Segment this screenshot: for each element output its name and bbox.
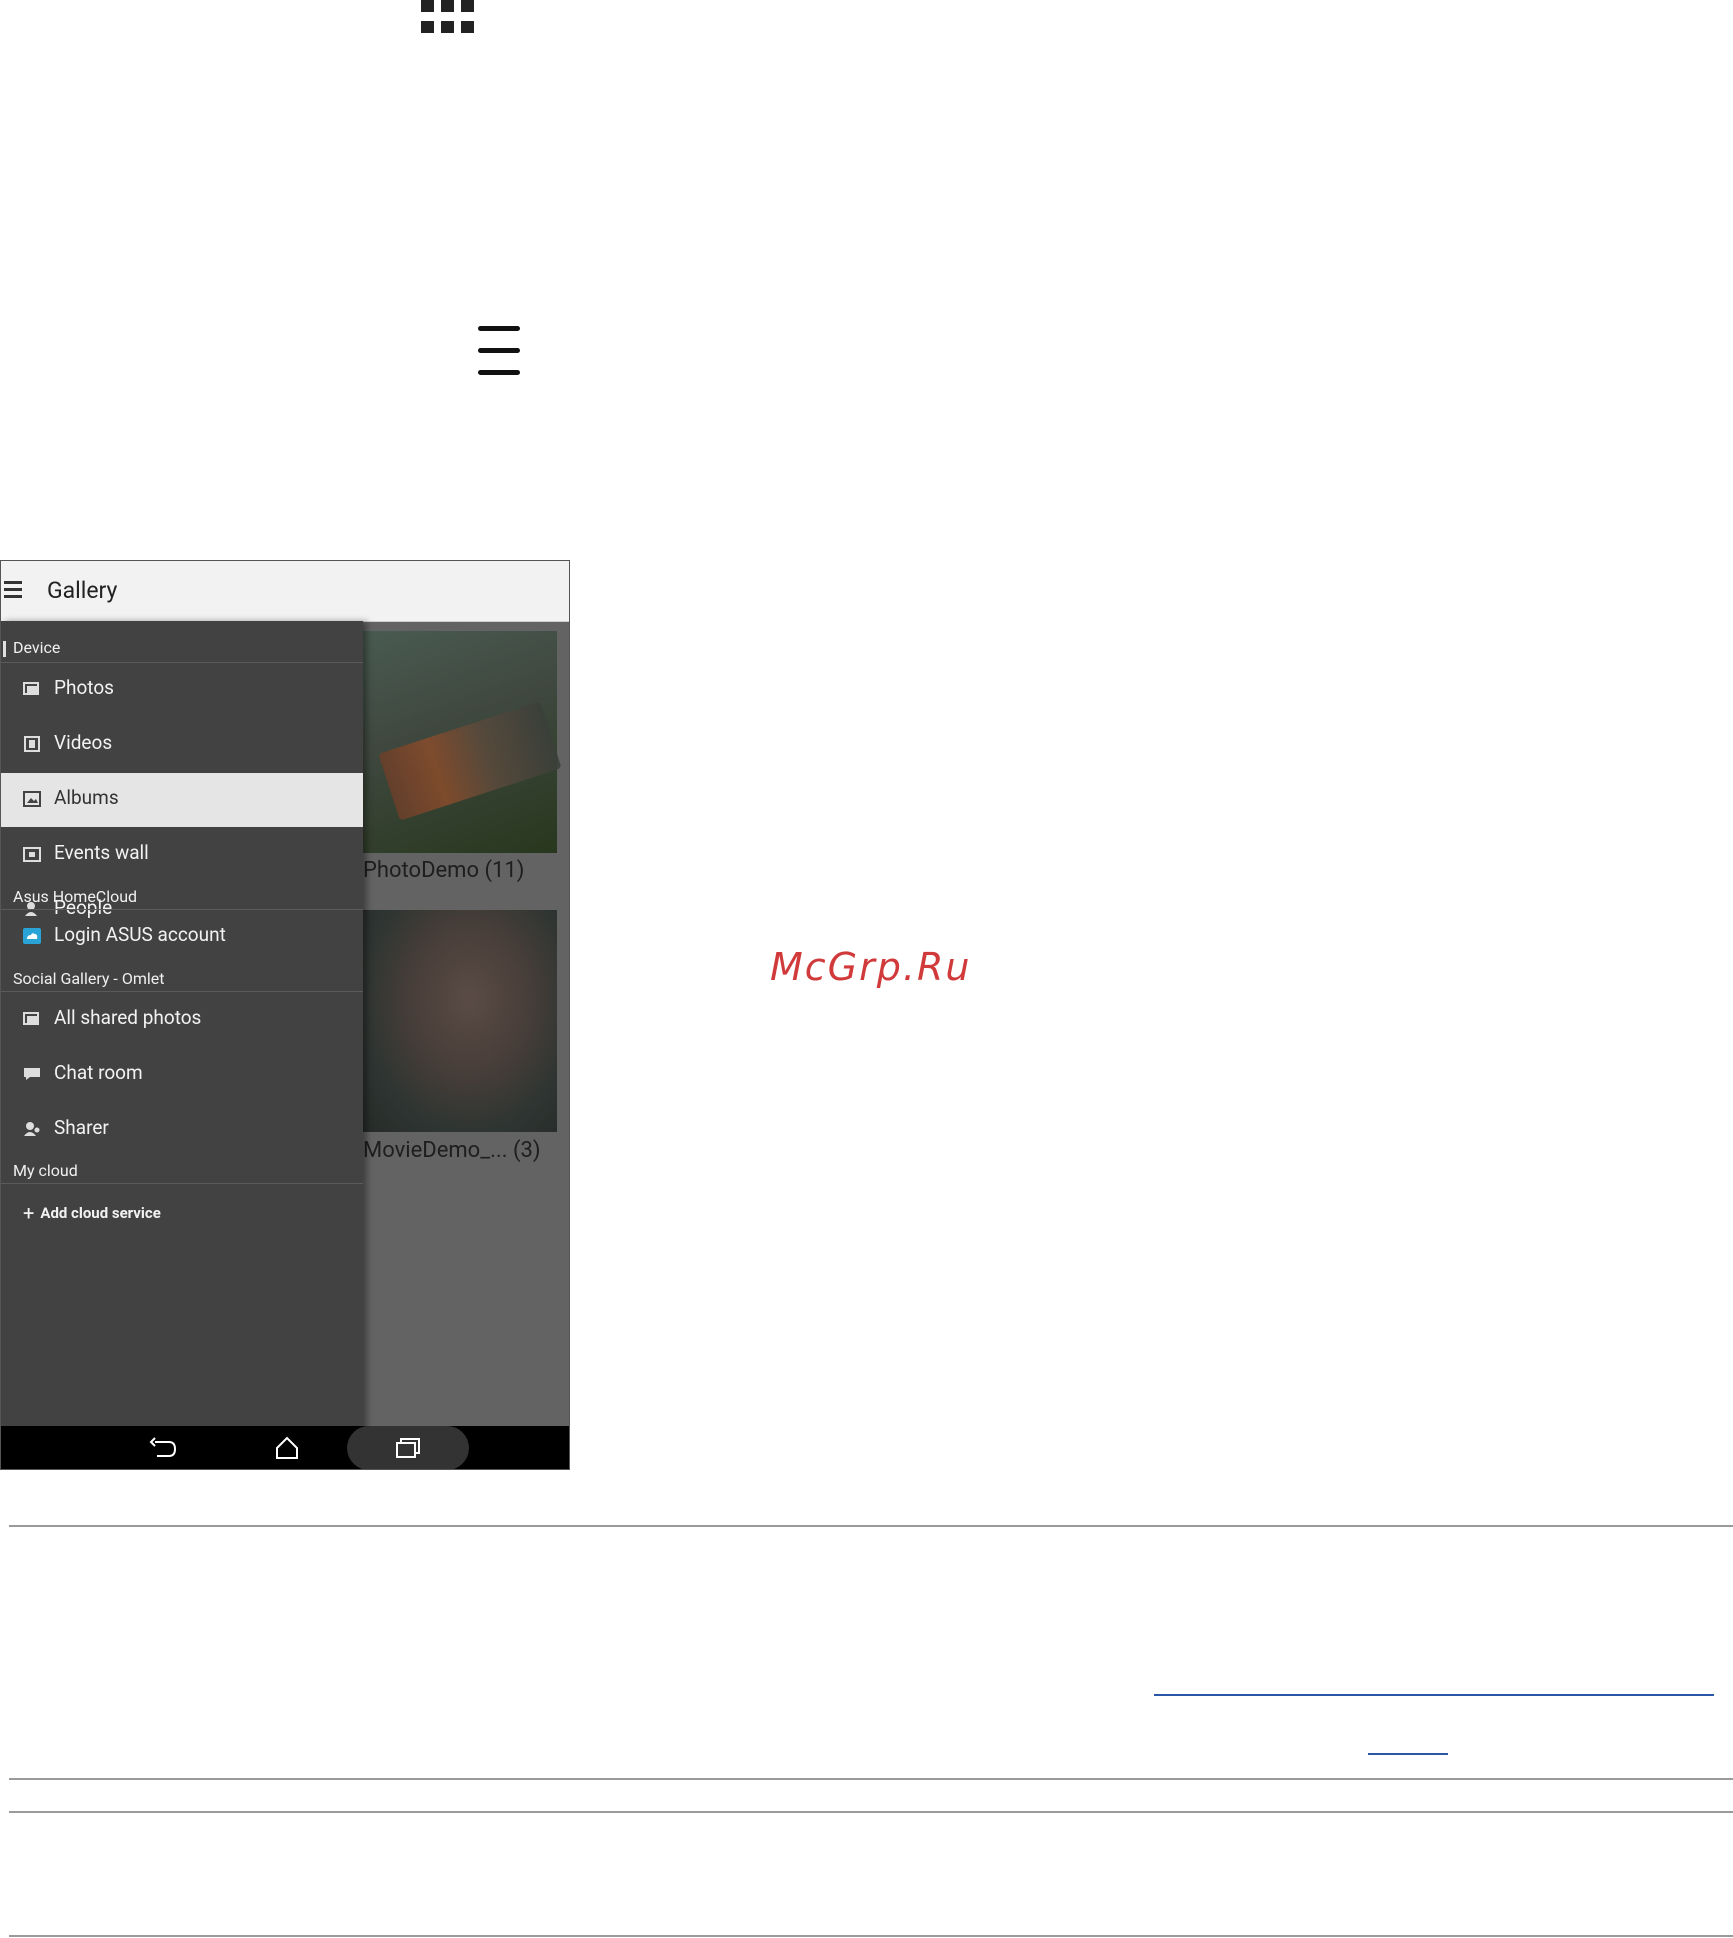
menu-icon xyxy=(478,326,520,376)
sharer-icon xyxy=(24,1122,40,1136)
drawer-item-sharer[interactable]: Sharer xyxy=(1,1103,363,1157)
album-caption: PhotoDemo (11) xyxy=(363,858,525,883)
section-marker xyxy=(3,641,6,657)
navigation-drawer: Device Photos Videos Albums Events wall … xyxy=(1,621,363,1436)
section-device: Device xyxy=(13,638,61,657)
app-title: Gallery xyxy=(47,577,118,604)
drawer-item-label: Events wall xyxy=(54,841,149,864)
drawer-item-label: All shared photos xyxy=(54,1006,202,1029)
videos-icon xyxy=(24,736,40,752)
events-icon xyxy=(23,847,41,862)
album-thumbnail-photodemo[interactable] xyxy=(363,631,562,853)
drawer-item-albums[interactable]: Albums xyxy=(1,773,363,827)
drawer-item-label: Chat room xyxy=(54,1061,143,1084)
plus-icon: + xyxy=(23,1201,35,1225)
add-cloud-label: Add cloud service xyxy=(40,1204,161,1222)
add-cloud-service-button[interactable]: + Add cloud service xyxy=(23,1201,161,1225)
section-my-cloud: My cloud xyxy=(13,1161,78,1180)
section-asus-homecloud: Asus HomeCloud xyxy=(13,887,138,906)
home-icon[interactable] xyxy=(257,1432,317,1464)
chat-icon xyxy=(24,1068,40,1080)
train-image xyxy=(378,701,562,821)
back-icon[interactable] xyxy=(135,1432,195,1464)
drawer-item-login-asus[interactable]: Login ASUS account xyxy=(1,910,363,964)
link-underline[interactable] xyxy=(1368,1753,1448,1755)
drawer-item-all-shared-photos[interactable]: All shared photos xyxy=(1,993,363,1047)
albums-grid: PhotoDemo (11) MovieDemo_... (3) xyxy=(363,621,569,1436)
section-social-gallery: Social Gallery - Omlet xyxy=(13,969,165,988)
gallery-screenshot: PhotoDemo (11) MovieDemo_... (3) Gallery… xyxy=(0,560,570,1470)
system-nav-bar xyxy=(1,1426,569,1469)
horizontal-rule xyxy=(9,1811,1733,1813)
divider xyxy=(1,991,363,992)
divider xyxy=(1,1183,363,1184)
drawer-item-events-wall[interactable]: Events wall xyxy=(1,828,363,882)
app-bar: Gallery xyxy=(1,561,569,622)
album-thumbnail-moviedemo[interactable] xyxy=(363,910,557,1132)
apps-grid-icon xyxy=(421,0,475,34)
drawer-item-label: Photos xyxy=(54,676,114,699)
cloud-icon xyxy=(23,928,41,944)
horizontal-rule xyxy=(9,1935,1733,1937)
horizontal-rule xyxy=(9,1778,1733,1780)
recents-icon[interactable] xyxy=(378,1432,438,1464)
horizontal-rule xyxy=(9,1525,1733,1527)
shared-photos-icon xyxy=(23,1012,39,1025)
drawer-item-photos[interactable]: Photos xyxy=(1,663,363,717)
watermark: McGrp.Ru xyxy=(770,945,972,989)
drawer-item-chat-room[interactable]: Chat room xyxy=(1,1048,363,1102)
drawer-item-videos[interactable]: Videos xyxy=(1,718,363,772)
albums-icon xyxy=(23,791,41,807)
drawer-item-label: Login ASUS account xyxy=(54,923,226,946)
drawer-item-label: Albums xyxy=(54,786,119,809)
hamburger-icon[interactable] xyxy=(4,581,22,599)
link-underline[interactable] xyxy=(1154,1694,1714,1696)
album-caption: MovieDemo_... (3) xyxy=(363,1138,541,1163)
photos-icon xyxy=(23,682,39,695)
drawer-item-label: Videos xyxy=(54,731,113,754)
drawer-item-label: Sharer xyxy=(54,1116,109,1139)
